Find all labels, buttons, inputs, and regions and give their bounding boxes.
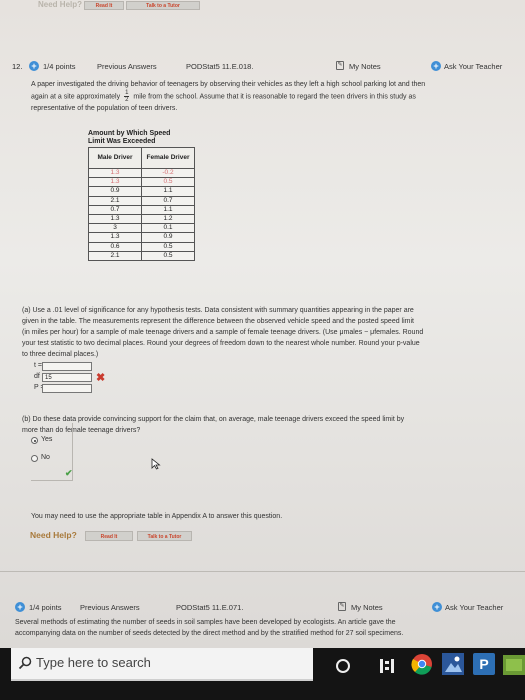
question-code: PODStat5 11.E.018. [186,62,254,71]
male-value-cell: 0.6 [88,241,142,252]
mouse-cursor-icon [151,458,161,470]
previous-answers-link[interactable]: Previous Answers [80,603,140,612]
correct-check-icon: ✔ [65,468,73,478]
p-value-input[interactable] [42,384,92,393]
male-value-cell: 0.7 [88,204,142,215]
appendix-note: You may need to use the appropriate tabl… [31,513,283,520]
my-notes-link[interactable]: My Notes [351,603,383,612]
ask-teacher-icon[interactable]: + [431,61,441,71]
radio-yes[interactable] [31,437,38,444]
ask-teacher-link[interactable]: Ask Your Teacher [445,603,503,612]
svg-text:P: P [479,656,488,672]
table-row: 0.7 1.1 [88,204,195,215]
question-intro-next: Several methods of estimating the number… [15,619,404,637]
photos-app-icon[interactable] [441,652,465,676]
speed-data-table: Male Driver Female Driver 1.3 -0.2 1.3 0.5 0… [88,147,195,261]
search-icon [18,656,32,670]
column-header-male: Male Driver [88,147,142,169]
male-value-cell: 3 [88,223,142,234]
male-value-cell: 2.1 [88,195,142,206]
previous-answers-link[interactable]: Previous Answers [97,62,157,71]
question-divider [0,571,525,572]
male-value-cell: 1.3 [88,213,142,225]
notes-icon[interactable]: ✎ [338,602,346,611]
female-value-cell: 0.7 [141,195,195,206]
radio-no[interactable] [31,455,38,462]
question-number: 12. [12,62,23,71]
female-value-cell: 0.5 [141,241,195,252]
read-it-button[interactable]: Read It [84,1,124,10]
ask-teacher-link[interactable]: Ask Your Teacher [444,62,502,71]
expand-icon[interactable]: + [15,602,25,612]
notes-icon[interactable]: ✎ [336,61,344,70]
table-row: 0.9 1.1 [88,186,195,197]
column-header-female: Female Driver [141,147,195,169]
question-intro: A paper investigated the driving behavio… [31,81,426,112]
part-a-instructions: (a) Use a .01 level of significance for … [22,307,424,358]
expand-icon[interactable]: + [29,61,39,71]
table-row: 1.3 -0.2 [88,167,195,179]
table-row: 2.1 0.5 [88,250,195,261]
table-row: 0.6 0.5 [88,241,195,252]
talk-to-tutor-button[interactable]: Talk to a Tutor [137,531,192,541]
store-app-icon[interactable] [502,652,525,676]
question-header-next: + 1/4 points Previous Answers PODStat5 1… [0,601,525,615]
table-row: 1.3 1.2 [88,213,195,225]
read-it-button[interactable]: Read It [85,531,133,541]
male-value-cell: 1.3 [88,232,142,243]
female-value-cell: 0.1 [141,223,195,234]
previous-question-footer: Need Help? Read It Talk to a Tutor [0,0,525,14]
talk-to-tutor-button[interactable]: Talk to a Tutor [126,1,200,10]
table-row: 1.3 0.5 [88,177,195,188]
female-value-cell: 1.2 [141,213,195,225]
question-code: PODStat5 11.E.071. [176,603,244,612]
table-row: 3 0.1 [88,223,195,234]
chrome-icon[interactable] [410,652,434,676]
need-help-label: Need Help? [38,0,83,9]
question-header: 12. + 1/4 points Previous Answers PODSta… [0,60,525,74]
table-row: 2.1 0.7 [88,195,195,206]
my-notes-link[interactable]: My Notes [349,62,381,71]
male-value-cell: 1.3 [88,167,142,179]
points-label: 1/4 points [43,62,76,71]
female-value-cell: 1.1 [141,204,195,215]
ask-teacher-icon[interactable]: + [432,602,442,612]
points-label: 1/4 points [29,603,62,612]
cortana-icon[interactable] [335,658,351,674]
df-input[interactable]: 15 [42,373,92,382]
t-input[interactable] [42,362,92,371]
part-b-question: (b) Do these data provide convincing sup… [22,416,405,434]
male-value-cell: 2.1 [88,250,142,261]
pandora-icon[interactable]: P [472,652,496,676]
option-yes-label[interactable]: Yes [41,436,52,443]
search-placeholder[interactable]: Type here to search [36,655,151,670]
t-label: t = [34,362,42,369]
female-value-cell: 0.9 [141,232,195,243]
one-half-fraction: 12 [124,90,130,103]
option-no-label[interactable]: No [41,454,50,461]
task-view-icon[interactable] [378,657,396,675]
incorrect-icon: ✖ [96,372,106,384]
male-value-cell: 0.9 [88,186,142,197]
female-value-cell: 1.1 [141,186,195,197]
male-value-cell: 1.3 [88,177,142,188]
table-row: 1.3 0.9 [88,232,195,243]
assignment-page: Need Help? Read It Talk to a Tutor 12. +… [0,0,525,648]
table-title: Amount by Which Speed Limit Was Exceeded [88,130,171,145]
female-value-cell: 0.5 [141,177,195,188]
female-value-cell: 0.5 [141,250,195,261]
female-value-cell: -0.2 [141,167,195,179]
need-help-label: Need Help? [30,530,77,540]
